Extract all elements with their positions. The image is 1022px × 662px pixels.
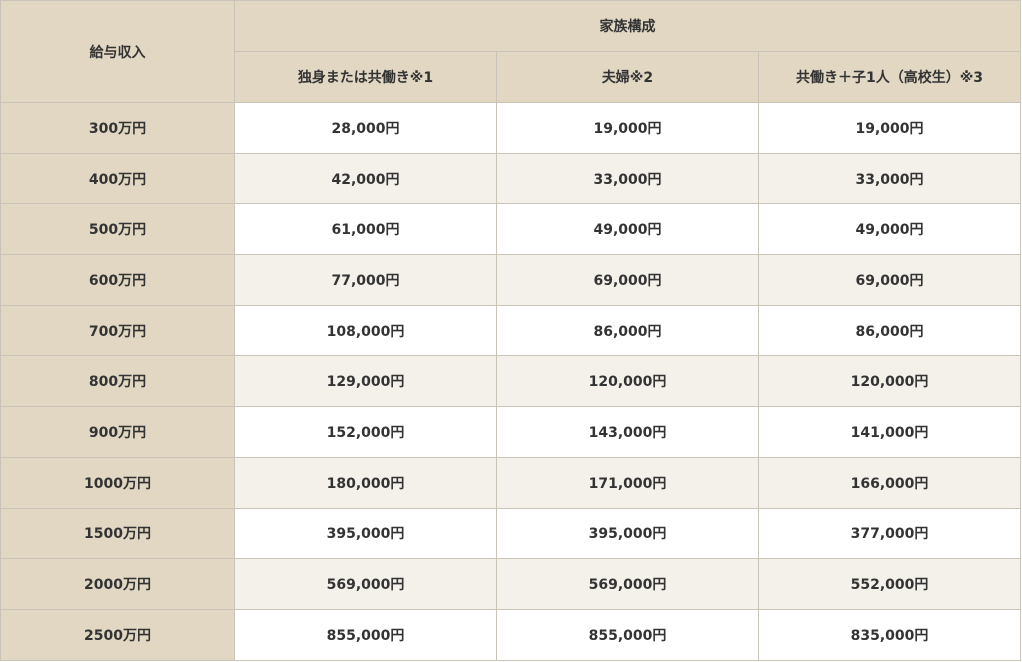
furusato-tax-limit-table: 給与収入 家族構成 独身または共働き※1 夫婦※2 共働き＋子1人（高校生）※3… (0, 0, 1021, 661)
table-row: 300万円 28,000円 19,000円 19,000円 (0, 102, 1021, 154)
table-row: 2500万円 855,000円 855,000円 835,000円 (0, 608, 1021, 661)
limit-value-cell: 141,000円 (758, 406, 1021, 458)
limit-value-cell: 835,000円 (758, 608, 1021, 661)
limit-value-cell: 377,000円 (758, 507, 1021, 560)
limit-value-cell: 166,000円 (758, 456, 1021, 509)
limit-value-cell: 49,000円 (758, 203, 1021, 256)
table-header: 給与収入 家族構成 独身または共働き※1 夫婦※2 共働き＋子1人（高校生）※3 (0, 0, 1021, 103)
income-cell: 400万円 (0, 152, 235, 205)
table-row: 800万円 129,000円 120,000円 120,000円 (0, 355, 1021, 408)
limit-value-cell: 855,000円 (496, 608, 759, 661)
limit-value-cell: 69,000円 (496, 254, 759, 306)
limit-value-cell: 152,000円 (234, 406, 497, 458)
limit-value-cell: 49,000円 (496, 203, 759, 256)
limit-value-cell: 855,000円 (234, 608, 497, 661)
table-row: 600万円 77,000円 69,000円 69,000円 (0, 254, 1021, 306)
limit-value-cell: 77,000円 (234, 254, 497, 306)
family-composition-header: 家族構成 (234, 0, 1021, 52)
income-cell: 800万円 (0, 355, 235, 408)
table-row: 1500万円 395,000円 395,000円 377,000円 (0, 507, 1021, 560)
limit-value-cell: 19,000円 (496, 102, 759, 154)
limit-value-cell: 552,000円 (758, 558, 1021, 610)
limit-value-cell: 69,000円 (758, 254, 1021, 306)
limit-value-cell: 19,000円 (758, 102, 1021, 154)
limit-value-cell: 129,000円 (234, 355, 497, 408)
column-header-couple-with-child: 共働き＋子1人（高校生）※3 (758, 51, 1021, 103)
column-header-couple: 夫婦※2 (496, 51, 759, 103)
table-row: 700万円 108,000円 86,000円 86,000円 (0, 304, 1021, 357)
income-cell: 900万円 (0, 406, 235, 458)
limit-value-cell: 180,000円 (234, 456, 497, 509)
limit-value-cell: 569,000円 (234, 558, 497, 610)
income-cell: 1000万円 (0, 456, 235, 509)
limit-value-cell: 108,000円 (234, 304, 497, 357)
income-cell: 2500万円 (0, 608, 235, 661)
limit-value-cell: 86,000円 (758, 304, 1021, 357)
limit-value-cell: 33,000円 (758, 152, 1021, 205)
income-cell: 2000万円 (0, 558, 235, 610)
limit-value-cell: 33,000円 (496, 152, 759, 205)
income-column-header: 給与収入 (0, 0, 235, 103)
limit-value-cell: 143,000円 (496, 406, 759, 458)
table-row: 2000万円 569,000円 569,000円 552,000円 (0, 558, 1021, 610)
income-cell: 600万円 (0, 254, 235, 306)
table-body: 300万円 28,000円 19,000円 19,000円 400万円 42,000円 33… (0, 102, 1021, 661)
table-row: 400万円 42,000円 33,000円 33,000円 (0, 152, 1021, 205)
limit-value-cell: 395,000円 (234, 507, 497, 560)
income-cell: 1500万円 (0, 507, 235, 560)
limit-value-cell: 120,000円 (758, 355, 1021, 408)
table-row: 1000万円 180,000円 171,000円 166,000円 (0, 456, 1021, 509)
table-row: 900万円 152,000円 143,000円 141,000円 (0, 406, 1021, 458)
limit-value-cell: 86,000円 (496, 304, 759, 357)
table-row: 500万円 61,000円 49,000円 49,000円 (0, 203, 1021, 256)
limit-value-cell: 120,000円 (496, 355, 759, 408)
income-cell: 500万円 (0, 203, 235, 256)
limit-value-cell: 395,000円 (496, 507, 759, 560)
income-cell: 700万円 (0, 304, 235, 357)
limit-value-cell: 171,000円 (496, 456, 759, 509)
limit-value-cell: 569,000円 (496, 558, 759, 610)
limit-value-cell: 28,000円 (234, 102, 497, 154)
limit-value-cell: 42,000円 (234, 152, 497, 205)
income-cell: 300万円 (0, 102, 235, 154)
column-header-single: 独身または共働き※1 (234, 51, 497, 103)
limit-value-cell: 61,000円 (234, 203, 497, 256)
